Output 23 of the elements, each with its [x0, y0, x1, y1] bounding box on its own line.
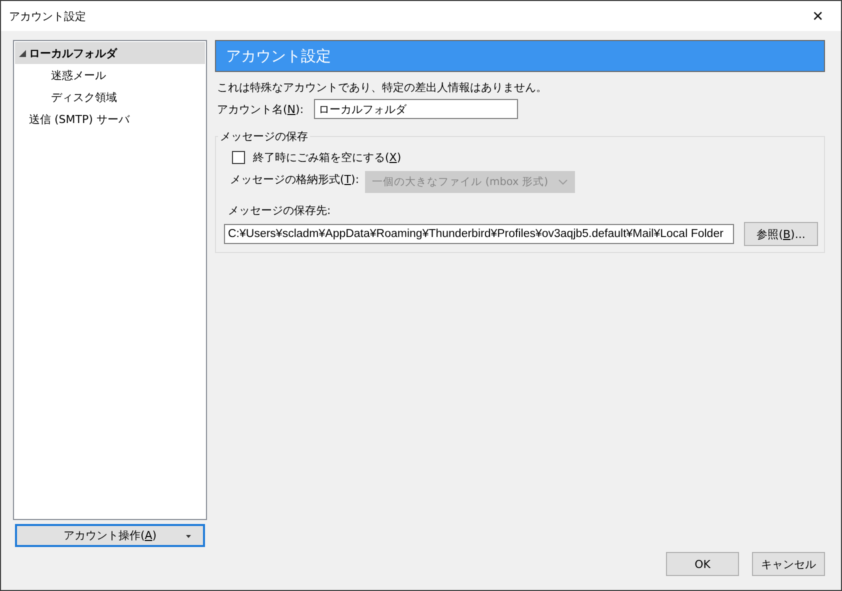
- field-label: メッセージの格納形式(T):: [230, 172, 360, 186]
- tree-item[interactable]: ローカルフォルダ: [15, 42, 205, 64]
- field-label: メッセージの保存先:: [228, 203, 332, 218]
- info-text: これは特殊なアカウントであり、特定の差出人情報はありません。: [217, 80, 548, 95]
- expanded-arrow-icon[interactable]: [19, 50, 26, 56]
- window-title: アカウント設定: [9, 8, 86, 24]
- page-header: アカウント設定: [215, 40, 825, 72]
- dialog-button[interactable]: キャンセル: [752, 552, 825, 576]
- group-title: メッセージの保存: [219, 129, 309, 144]
- close-button[interactable]: ✕: [795, 1, 841, 31]
- tree-item[interactable]: ディスク領域: [15, 86, 205, 108]
- checkbox-label[interactable]: 終了時にごみ箱を空にする(X): [253, 150, 402, 165]
- tree-item[interactable]: 迷惑メール: [15, 64, 205, 86]
- account-name-field[interactable]: ローカルフォルダ: [314, 99, 518, 119]
- path-field[interactable]: C:¥Users¥scladm¥AppData¥Roaming¥Thunderbird¥Profiles¥ov3aqjb5.default¥Mail¥Local Folder: [224, 224, 734, 244]
- field-label: アカウント名(N):: [217, 102, 304, 116]
- account-actions-button[interactable]: アカウント操作(A): [15, 524, 205, 547]
- caret-icon: [186, 535, 191, 538]
- browse-button[interactable]: 参照(B)...: [744, 222, 818, 246]
- chevron-down-icon: [558, 179, 568, 185]
- tree-item[interactable]: 送信 (SMTP) サーバ: [15, 108, 205, 130]
- checkbox[interactable]: [232, 151, 245, 164]
- dialog-button[interactable]: OK: [666, 552, 739, 576]
